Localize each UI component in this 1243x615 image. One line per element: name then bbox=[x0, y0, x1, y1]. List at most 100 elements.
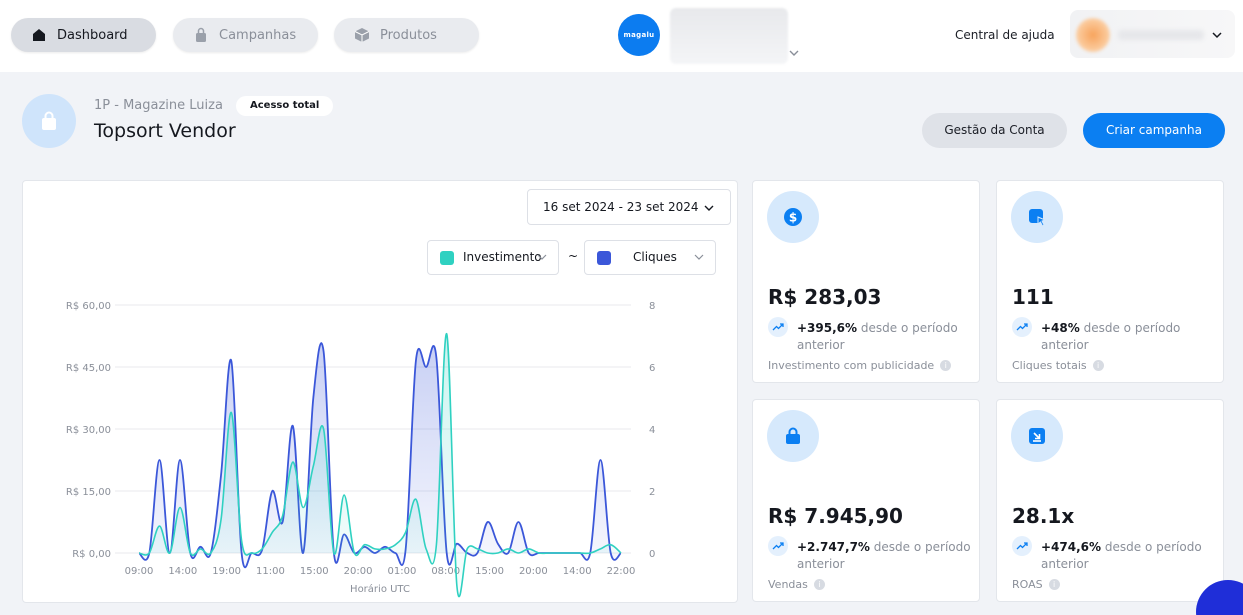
chart-grid bbox=[115, 304, 631, 554]
date-range-value: 16 set 2024 - 23 set 2024 bbox=[543, 200, 699, 214]
info-icon[interactable]: i bbox=[813, 579, 825, 590]
kpi-delta: +48% desde o período anterior bbox=[1041, 320, 1221, 354]
chevron-down-icon bbox=[537, 254, 547, 260]
x-tick-label: 01:00 bbox=[387, 566, 416, 577]
bag-icon bbox=[196, 27, 206, 42]
kpi-icon-wrap bbox=[1011, 410, 1063, 462]
store-logo[interactable]: magalu bbox=[618, 14, 660, 56]
help-link[interactable]: Central de ajuda bbox=[955, 28, 1055, 42]
tab-campanhas-label: Campanhas bbox=[219, 27, 297, 43]
manage-account-button[interactable]: Gestão da Conta bbox=[922, 113, 1067, 148]
cliques-swatch bbox=[597, 251, 611, 265]
kpi-delta: +474,6% desde o período anterior bbox=[1041, 539, 1221, 573]
x-axis-label: Horário UTC bbox=[350, 583, 410, 595]
chevron-down-icon bbox=[694, 254, 704, 260]
trending-up-icon bbox=[1012, 317, 1032, 337]
account-subtitle: 1P - Magazine Luiza bbox=[94, 98, 223, 113]
investimento-swatch bbox=[440, 251, 454, 265]
chevron-down-icon bbox=[704, 205, 714, 211]
chevron-down-icon[interactable] bbox=[787, 46, 801, 60]
kpi-label: ROAS i bbox=[1012, 578, 1060, 591]
kpi-card-sales: R$ 7.945,90 +2.747,7% desde o período an… bbox=[752, 399, 980, 602]
avatar bbox=[1076, 18, 1110, 52]
home-icon bbox=[33, 29, 45, 41]
kpi-delta: +2.747,7% desde o período anterior bbox=[797, 539, 977, 573]
x-tick-label: 22:00 bbox=[607, 566, 636, 577]
x-tick-label: 20:00 bbox=[519, 566, 548, 577]
series-area-cliques bbox=[139, 343, 621, 568]
kpi-delta-value: +2.747,7% bbox=[797, 540, 870, 554]
kpi-value: R$ 7.945,90 bbox=[768, 504, 903, 528]
x-tick-label: 11:00 bbox=[256, 566, 285, 577]
kpi-delta-value: +48% bbox=[1041, 321, 1080, 335]
tab-dashboard[interactable]: Dashboard bbox=[11, 18, 156, 52]
trending-up-icon bbox=[768, 317, 788, 337]
metric-left-label: Investimento bbox=[463, 250, 542, 264]
download-box-icon bbox=[1029, 428, 1045, 444]
access-badge: Acesso total bbox=[236, 96, 334, 116]
account-avatar bbox=[22, 94, 76, 148]
cursor-click-icon bbox=[1029, 209, 1047, 227]
kpi-value: R$ 283,03 bbox=[768, 285, 882, 309]
kpi-value: 28.1x bbox=[1012, 504, 1075, 528]
metric-right-label: Cliques bbox=[633, 250, 677, 264]
x-tick-label: 15:00 bbox=[300, 566, 329, 577]
y-left-tick-label: R$ 45,00 bbox=[66, 363, 111, 374]
kpi-label: Cliques totais i bbox=[1012, 359, 1104, 372]
metric-right-select[interactable]: Cliques bbox=[584, 240, 716, 275]
info-icon[interactable]: i bbox=[1092, 360, 1104, 371]
kpi-delta-value: +474,6% bbox=[1041, 540, 1102, 554]
tab-produtos-label: Produtos bbox=[380, 27, 437, 43]
tab-dashboard-label: Dashboard bbox=[57, 27, 128, 43]
shopping-bag-icon bbox=[42, 111, 56, 130]
y-right-tick-label: 6 bbox=[649, 363, 655, 374]
kpi-icon-wrap bbox=[1011, 191, 1063, 243]
store-name-redacted[interactable] bbox=[670, 8, 788, 64]
series-area-investimento bbox=[139, 333, 621, 597]
kpi-label-text: Cliques totais bbox=[1012, 359, 1087, 372]
kpi-card-roas: 28.1x +474,6% desde o período anterior R… bbox=[996, 399, 1224, 602]
kpi-label-text: Vendas bbox=[768, 578, 808, 591]
chart-series bbox=[138, 333, 622, 598]
y-right-tick-label: 0 bbox=[649, 549, 655, 560]
kpi-card-investment: $ R$ 283,03 +395,6% desde o período ante… bbox=[752, 180, 980, 383]
trending-up-icon bbox=[1012, 536, 1032, 556]
box-icon bbox=[354, 28, 370, 42]
info-icon[interactable]: i bbox=[1048, 579, 1060, 590]
tab-campanhas[interactable]: Campanhas bbox=[173, 18, 318, 52]
kpi-label: Vendas i bbox=[768, 578, 825, 591]
y-right-tick-label: 2 bbox=[649, 487, 655, 498]
trending-up-icon bbox=[768, 536, 788, 556]
dollar-icon: $ bbox=[784, 208, 802, 226]
x-tick-label: 19:00 bbox=[212, 566, 241, 577]
kpi-icon-wrap bbox=[767, 410, 819, 462]
svg-text:$: $ bbox=[789, 211, 797, 225]
y-left-tick-label: R$ 60,00 bbox=[66, 301, 111, 312]
kpi-label-text: Investimento com publicidade bbox=[768, 359, 935, 372]
x-tick-label: 14:00 bbox=[168, 566, 197, 577]
x-tick-label: 20:00 bbox=[344, 566, 373, 577]
logo-text: magalu bbox=[623, 31, 655, 39]
y-left-tick-label: R$ 15,00 bbox=[66, 487, 111, 498]
tab-produtos[interactable]: Produtos bbox=[334, 18, 479, 52]
page-title: Topsort Vendor bbox=[94, 120, 236, 142]
line-chart: R$ 0,00 0 R$ 15,00 2 R$ 30,00 4 R$ 45,00 6 R$ 60… bbox=[66, 301, 655, 598]
user-name-redacted bbox=[1118, 30, 1204, 40]
info-icon[interactable]: i bbox=[940, 360, 952, 371]
shopping-bag-icon bbox=[786, 427, 800, 444]
metric-separator: ~ bbox=[568, 249, 579, 263]
y-left-tick-label: R$ 0,00 bbox=[72, 549, 111, 560]
chevron-down-icon[interactable] bbox=[1210, 28, 1224, 42]
metric-left-select[interactable]: Investimento bbox=[427, 240, 559, 275]
kpi-label: Investimento com publicidade i bbox=[768, 359, 952, 372]
date-range-picker[interactable]: 16 set 2024 - 23 set 2024 bbox=[527, 189, 731, 225]
kpi-delta: +395,6% desde o período anterior bbox=[797, 320, 977, 354]
x-tick-label: 09:00 bbox=[125, 566, 154, 577]
kpi-label-text: ROAS bbox=[1012, 578, 1043, 591]
top-bar: Dashboard Campanhas Produtos magalu Cent… bbox=[0, 0, 1243, 72]
series-line-cliques bbox=[138, 342, 622, 569]
create-campaign-button[interactable]: Criar campanha bbox=[1083, 113, 1225, 148]
kpi-card-clicks: 111 +48% desde o período anterior Clique… bbox=[996, 180, 1224, 383]
y-right-tick-label: 8 bbox=[649, 301, 655, 312]
chart-card: 16 set 2024 - 23 set 2024 Investimento ~… bbox=[22, 180, 738, 603]
